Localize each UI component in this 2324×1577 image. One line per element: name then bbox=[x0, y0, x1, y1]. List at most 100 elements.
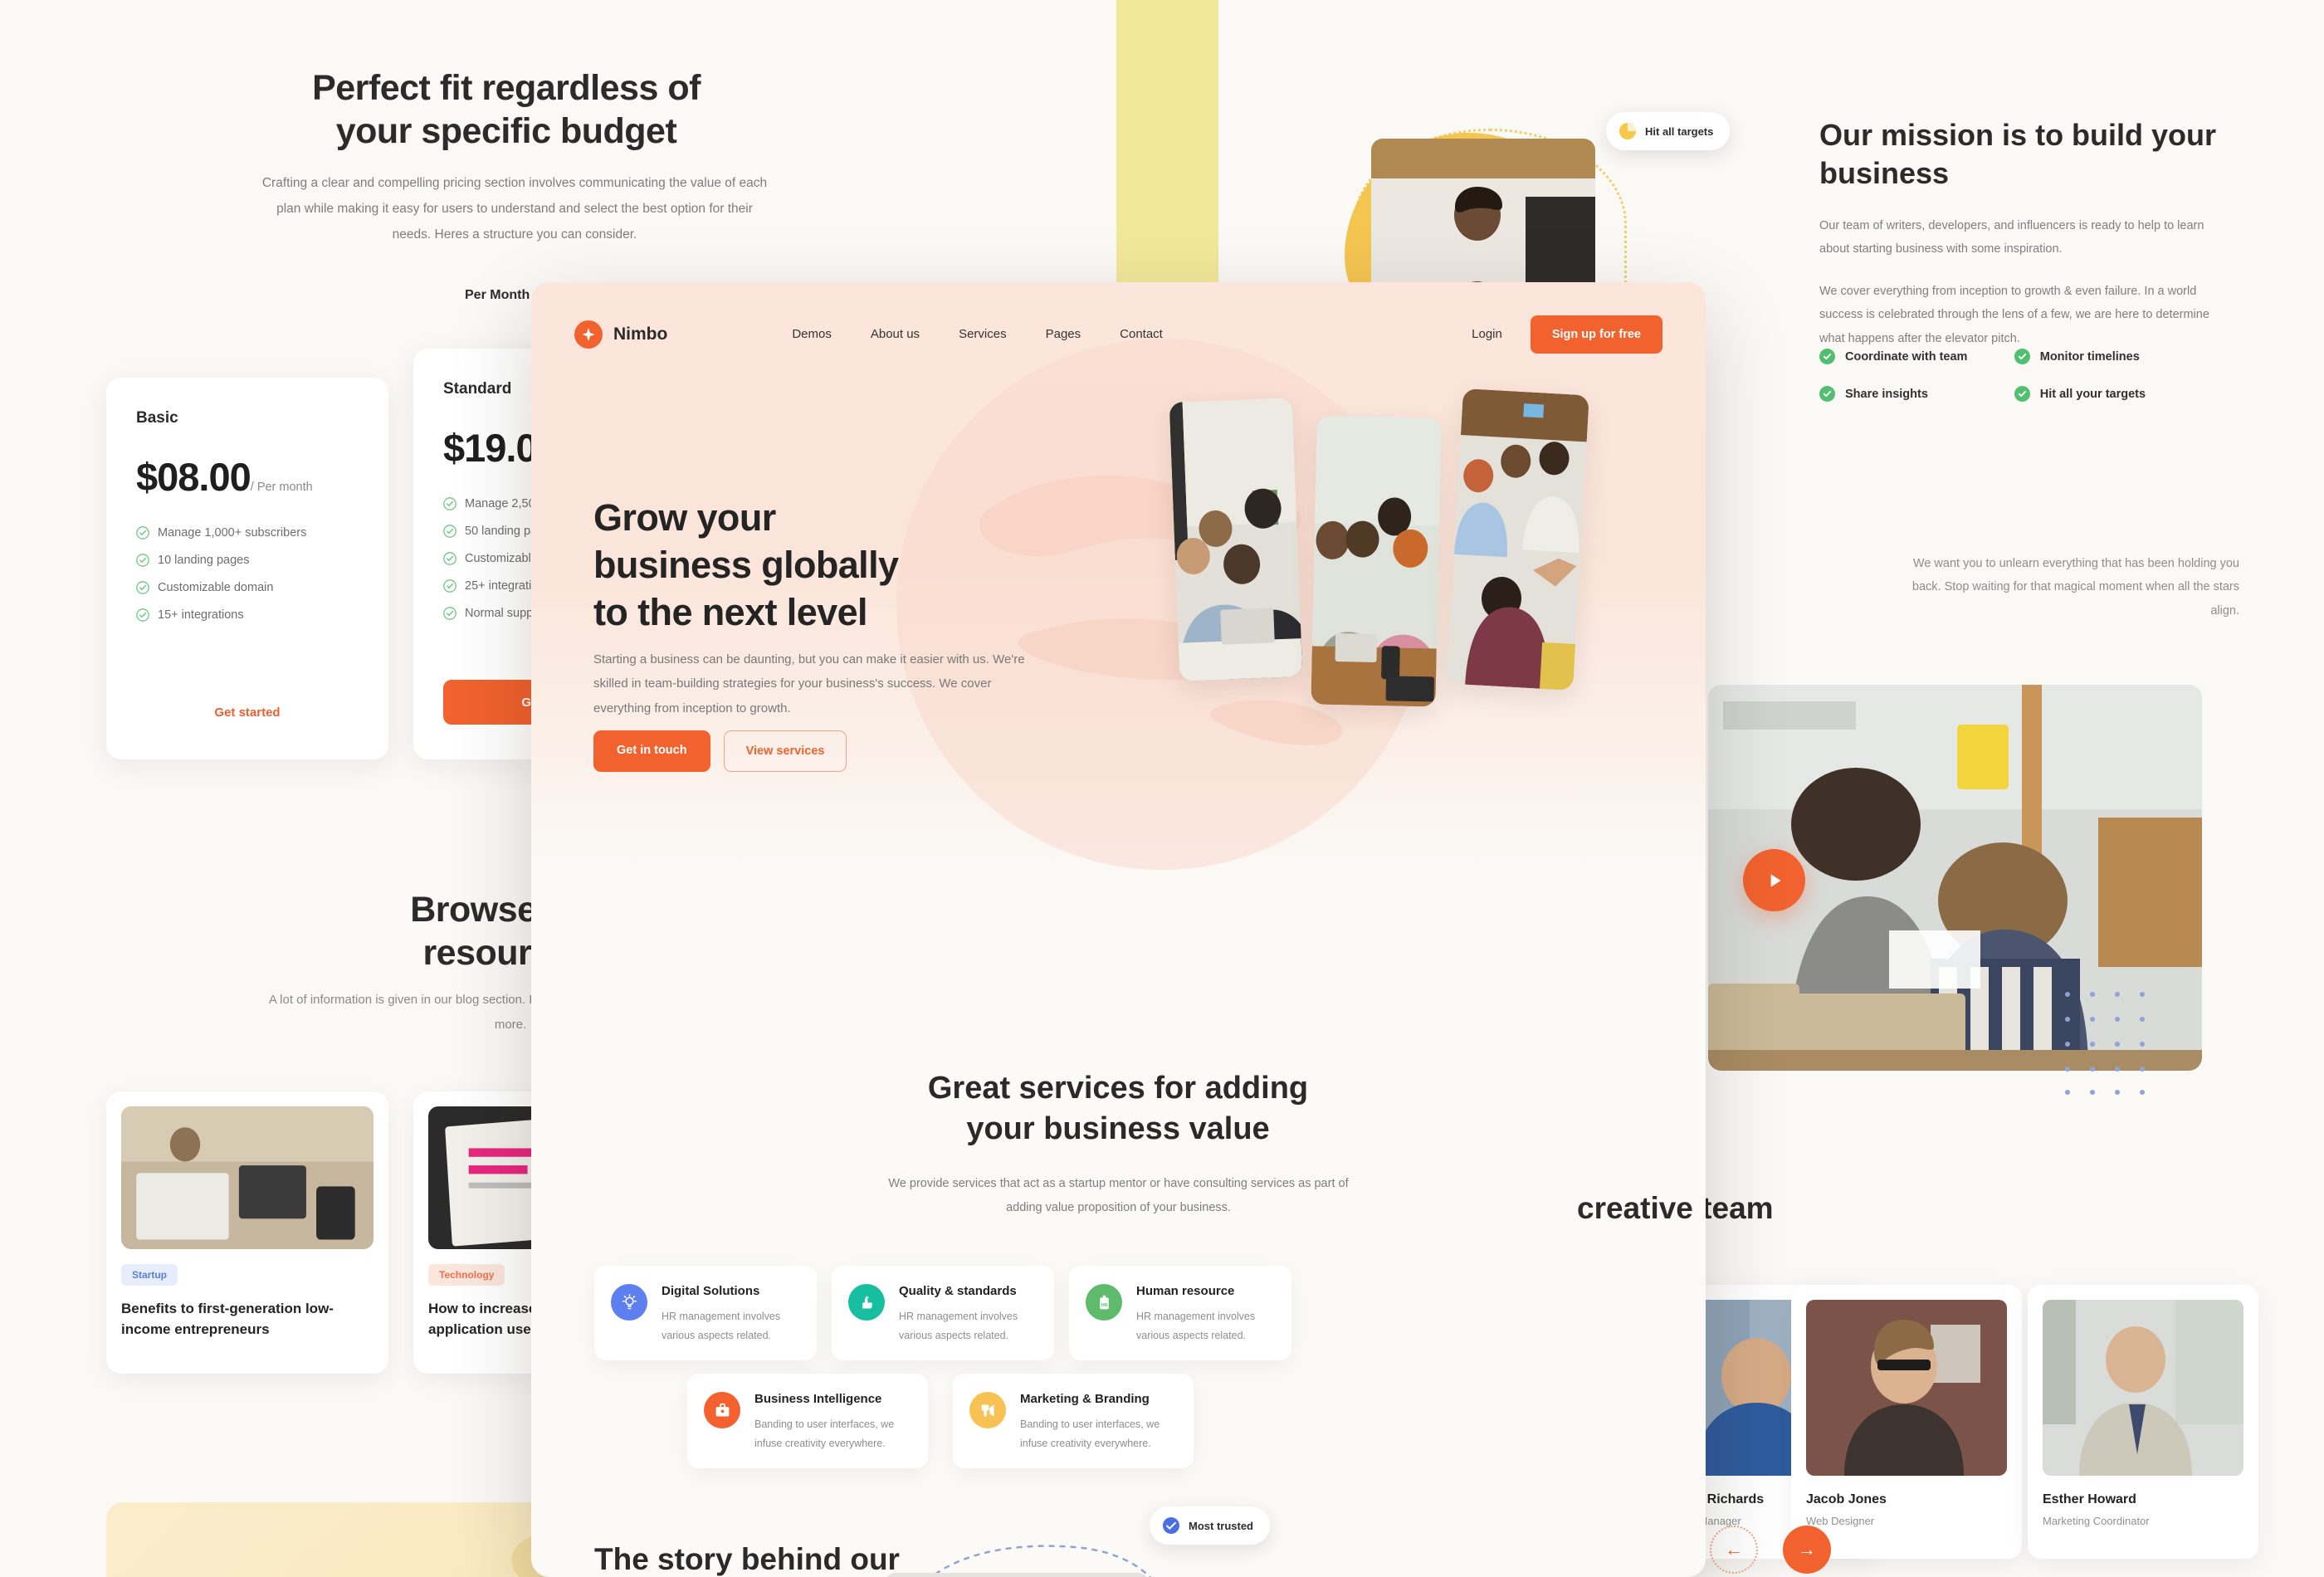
nav-link-services[interactable]: Services bbox=[959, 327, 1007, 341]
brand-name: Nimbo bbox=[613, 324, 668, 344]
play-icon bbox=[1770, 873, 1781, 887]
dot-grid-decoration bbox=[2065, 992, 2145, 1095]
get-in-touch-button[interactable]: Get in touch bbox=[593, 730, 710, 772]
carousel-next-button[interactable]: → bbox=[1783, 1526, 1831, 1574]
most-trusted-badge: Most trusted bbox=[1150, 1506, 1270, 1545]
service-card-human-resource[interactable]: HR Human resource HR management involves… bbox=[1069, 1266, 1291, 1360]
pricing-heading-line2-pre: your bbox=[335, 111, 422, 152]
service-title: Quality & standards bbox=[899, 1284, 1017, 1298]
consultant-photo bbox=[884, 1573, 1150, 1577]
play-button[interactable] bbox=[1743, 849, 1805, 911]
nav-actions: Login Sign up for free bbox=[1472, 315, 1662, 354]
pie-chart-icon bbox=[1618, 121, 1638, 141]
briefcase-icon bbox=[704, 1392, 740, 1428]
blog-card[interactable]: Startup Benefits to first-generation low… bbox=[106, 1091, 388, 1374]
badge-label: Most trusted bbox=[1189, 1519, 1253, 1532]
nimbo-star-icon bbox=[574, 320, 603, 349]
mission-heading-highlight: Our mission bbox=[1817, 116, 1998, 154]
team-heading-highlight: creative bbox=[1575, 1191, 1697, 1225]
view-services-button[interactable]: View services bbox=[723, 730, 847, 772]
hero-section: Nimbo Demos About us Services Pages Cont… bbox=[531, 282, 1706, 880]
login-link[interactable]: Login bbox=[1472, 327, 1502, 341]
team-heading: creative team bbox=[1575, 1191, 2075, 1226]
services-heading-line2-post: value bbox=[1179, 1111, 1270, 1146]
services-heading: Great services for adding your business … bbox=[703, 1068, 1533, 1149]
check-circle-icon bbox=[136, 554, 149, 567]
pricing-subtitle: Crafting a clear and compelling pricing … bbox=[261, 176, 768, 242]
mission-paragraph-2: We cover everything from inception to gr… bbox=[1819, 285, 2209, 345]
desk-photo bbox=[121, 1106, 374, 1249]
services-heading-line1: Great services for adding bbox=[927, 1071, 1309, 1106]
services-heading-line2-pre: your bbox=[966, 1111, 1044, 1146]
blog-thumbnail bbox=[121, 1106, 374, 1249]
check-icon bbox=[1819, 386, 1835, 402]
plan-feature: Manage 1,000+ subscribers bbox=[136, 526, 359, 540]
blog-tag: Startup bbox=[121, 1264, 178, 1286]
services-heading-highlight: business bbox=[1042, 1109, 1184, 1150]
service-card-quality-standards[interactable]: Quality & standards HR management involv… bbox=[832, 1266, 1054, 1360]
service-title: Digital Solutions bbox=[662, 1284, 760, 1298]
nav-links: Demos About us Services Pages Contact bbox=[792, 327, 1163, 341]
check-circle-icon bbox=[443, 579, 456, 593]
team-member-card[interactable]: Jacob Jones Web Designer bbox=[1791, 1285, 2022, 1559]
dotted-arc-decoration bbox=[930, 1545, 1151, 1577]
service-title: Business Intelligence bbox=[754, 1392, 882, 1406]
service-card-business-intelligence[interactable]: Business Intelligence Banding to user in… bbox=[687, 1374, 928, 1468]
team-member-photo bbox=[1806, 1300, 2007, 1476]
plan-get-started-link[interactable]: Get started bbox=[106, 706, 388, 720]
pricing-heading: Perfect fit regardless of your specific … bbox=[241, 66, 772, 154]
plan-feature: 10 landing pages bbox=[136, 554, 359, 567]
check-icon bbox=[2014, 349, 2030, 364]
brand-logo[interactable]: Nimbo bbox=[574, 320, 667, 349]
team-member-card[interactable]: Esther Howard Marketing Coordinator bbox=[2028, 1285, 2258, 1559]
team-member-role: Web Designer bbox=[1806, 1515, 1875, 1527]
story-heading-line1: The story behind our bbox=[594, 1542, 900, 1576]
service-title: Marketing & Branding bbox=[1020, 1392, 1150, 1406]
team-member-name: Esther Howard bbox=[2043, 1492, 2136, 1506]
service-description: HR management involves various aspects r… bbox=[899, 1311, 1018, 1342]
foreground-landing-page: Nimbo Demos About us Services Pages Cont… bbox=[531, 282, 1706, 1577]
hero-photo-1 bbox=[1169, 398, 1303, 681]
hero-title-line1: Grow your bbox=[593, 496, 776, 539]
verified-shield-icon bbox=[1161, 1516, 1181, 1536]
plan-feature: Customizable domain bbox=[136, 581, 359, 594]
service-description: HR management involves various aspects r… bbox=[662, 1311, 781, 1342]
hero-photo-2 bbox=[1311, 415, 1442, 707]
service-description: HR management involves various aspects r… bbox=[1136, 1311, 1256, 1342]
carousel-prev-button[interactable]: ← bbox=[1710, 1526, 1758, 1574]
check-circle-icon bbox=[136, 526, 149, 540]
svg-text:HR: HR bbox=[1101, 1302, 1107, 1307]
member-portrait bbox=[1806, 1300, 2007, 1476]
mission-check-item: Coordinate with team bbox=[1819, 349, 2010, 364]
blog-tag: Technology bbox=[428, 1264, 505, 1286]
megaphone-icon bbox=[969, 1392, 1006, 1428]
hero-title-highlight: globally bbox=[759, 541, 902, 588]
service-card-digital-solutions[interactable]: Digital Solutions HR management involves… bbox=[594, 1266, 817, 1360]
unlearn-paragraph: We want you to unlearn everything that h… bbox=[1911, 557, 2239, 618]
check-circle-icon bbox=[443, 607, 456, 620]
nav-link-contact[interactable]: Contact bbox=[1120, 327, 1163, 341]
check-icon bbox=[1819, 349, 1835, 364]
pricing-card-basic[interactable]: Basic $08.00/ Per month Manage 1,000+ su… bbox=[106, 378, 388, 759]
service-title: Human resource bbox=[1136, 1284, 1235, 1298]
story-photo bbox=[884, 1573, 1150, 1577]
hr-badge-icon: HR bbox=[1086, 1284, 1122, 1321]
plan-feature: 15+ integrations bbox=[136, 608, 359, 622]
service-card-marketing-branding[interactable]: Marketing & Branding Banding to user int… bbox=[953, 1374, 1194, 1468]
pricing-heading-highlight: specific budget bbox=[419, 110, 681, 153]
plan-price: $08.00/ Per month bbox=[136, 455, 313, 499]
team-member-role: Marketing Coordinator bbox=[2043, 1515, 2150, 1527]
member-portrait bbox=[2043, 1300, 2243, 1476]
lightbulb-icon bbox=[611, 1284, 647, 1321]
hit-all-targets-badge: Hit all targets bbox=[1606, 112, 1731, 150]
check-circle-icon bbox=[136, 608, 149, 622]
nav-link-pages[interactable]: Pages bbox=[1046, 327, 1081, 341]
mission-paragraph-1: Our team of writers, developers, and inf… bbox=[1819, 219, 2204, 256]
nav-link-about-us[interactable]: About us bbox=[871, 327, 920, 341]
check-circle-icon bbox=[443, 497, 456, 510]
team-collab-photo bbox=[1311, 415, 1442, 707]
team-member-name: Jacob Jones bbox=[1806, 1492, 1887, 1506]
signup-button[interactable]: Sign up for free bbox=[1530, 315, 1662, 354]
nav-link-demos[interactable]: Demos bbox=[792, 327, 832, 341]
check-circle-icon bbox=[443, 552, 456, 565]
